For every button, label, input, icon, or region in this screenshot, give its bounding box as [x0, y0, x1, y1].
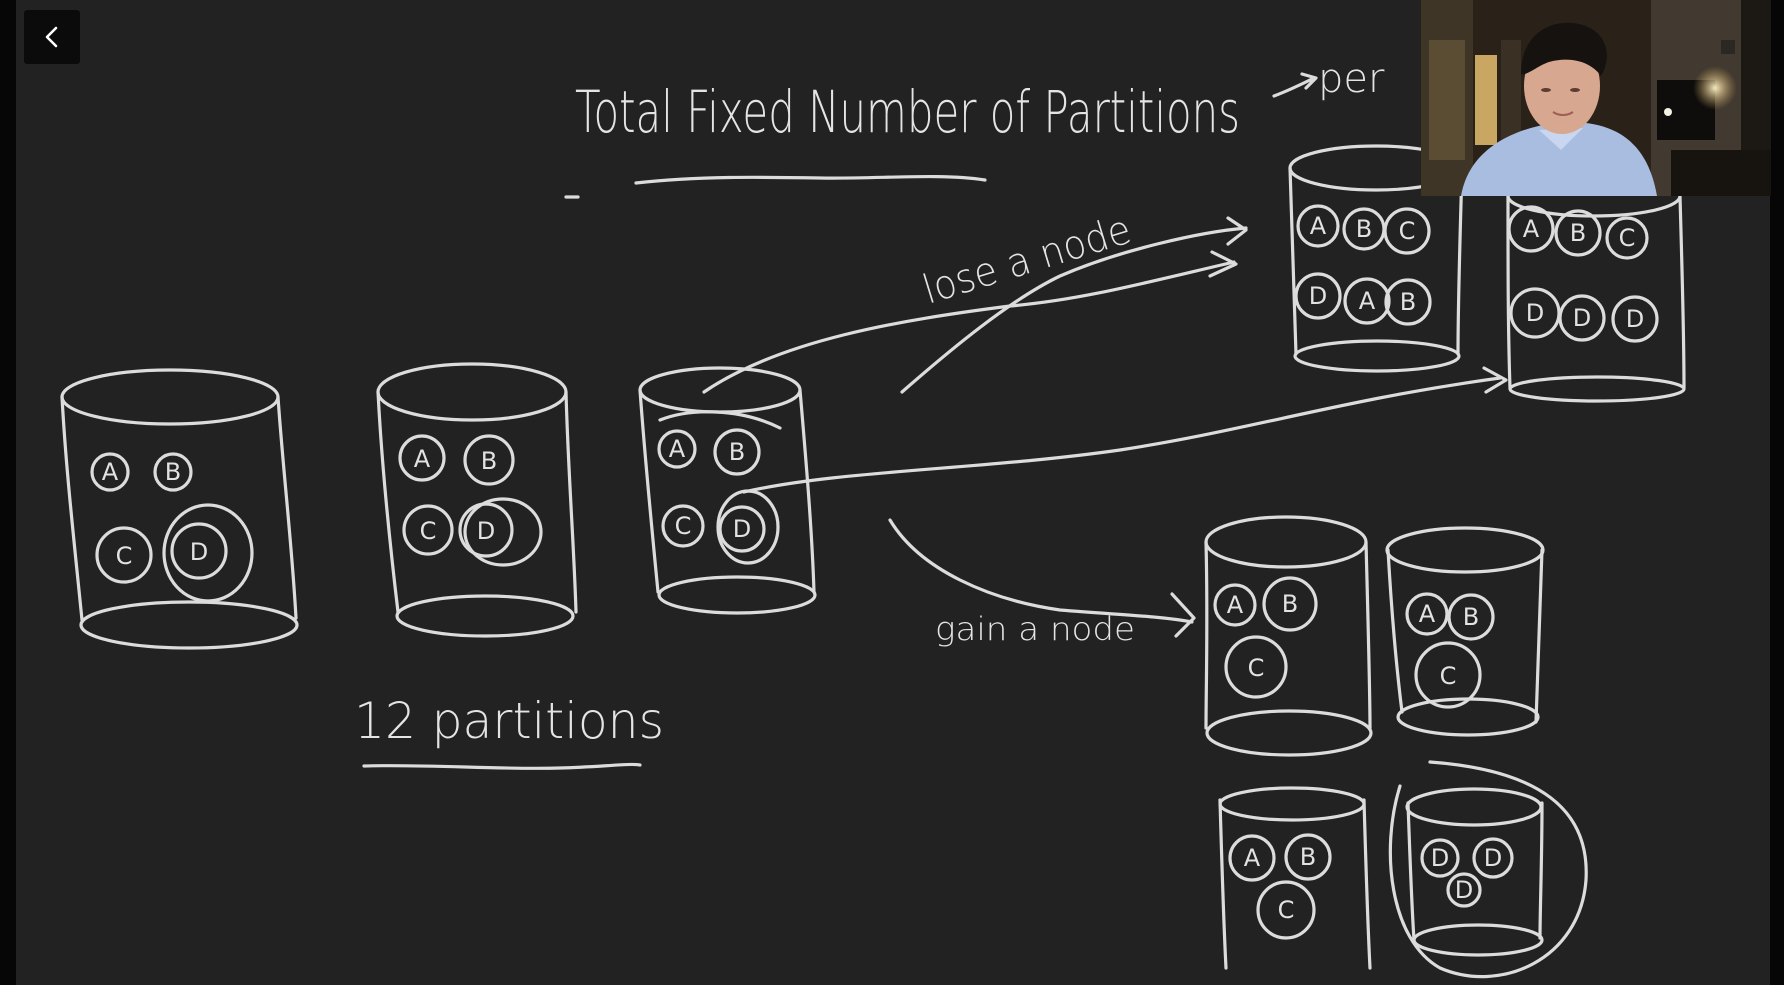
svg-text:C: C [1619, 224, 1636, 252]
svg-text:D: D [477, 517, 495, 545]
svg-text:A: A [1227, 591, 1244, 619]
svg-text:C: C [116, 542, 133, 570]
svg-text:D: D [1309, 282, 1327, 310]
back-button[interactable] [24, 10, 80, 64]
svg-text:D: D [1431, 844, 1449, 872]
svg-text:C: C [420, 517, 437, 545]
svg-text:B: B [1570, 219, 1586, 247]
svg-text:A: A [1310, 212, 1327, 240]
svg-text:A: A [1244, 844, 1261, 872]
svg-text:A: A [102, 458, 119, 486]
svg-text:D: D [1626, 305, 1644, 333]
svg-text:B: B [729, 438, 745, 466]
chevron-left-icon [45, 26, 58, 48]
svg-text:B: B [1356, 215, 1372, 243]
letterbox-left [0, 0, 16, 985]
svg-text:A: A [1419, 600, 1436, 628]
svg-text:C: C [1399, 217, 1416, 245]
svg-text:A: A [414, 445, 431, 473]
svg-text:B: B [481, 447, 497, 475]
svg-text:B: B [1400, 288, 1416, 316]
svg-text:A: A [1359, 287, 1376, 315]
svg-text:B: B [1282, 590, 1298, 618]
svg-text:B: B [1463, 603, 1479, 631]
svg-text:C: C [1440, 662, 1457, 690]
svg-text:B: B [1300, 843, 1316, 871]
svg-text:C: C [1248, 654, 1265, 682]
svg-text:D: D [733, 515, 751, 543]
svg-text:D: D [1484, 844, 1502, 872]
webcam-overlay [1421, 0, 1771, 196]
svg-text:C: C [1278, 896, 1295, 924]
presenter-camera-feed [1421, 0, 1771, 196]
svg-text:D: D [1526, 299, 1544, 327]
svg-text:D: D [1455, 876, 1473, 904]
svg-text:B: B [165, 458, 181, 486]
svg-text:D: D [190, 538, 208, 566]
svg-text:D: D [1573, 304, 1591, 332]
svg-text:C: C [675, 512, 692, 540]
letterbox-right [1770, 0, 1784, 985]
svg-text:A: A [1523, 215, 1540, 243]
svg-text:A: A [669, 435, 686, 463]
